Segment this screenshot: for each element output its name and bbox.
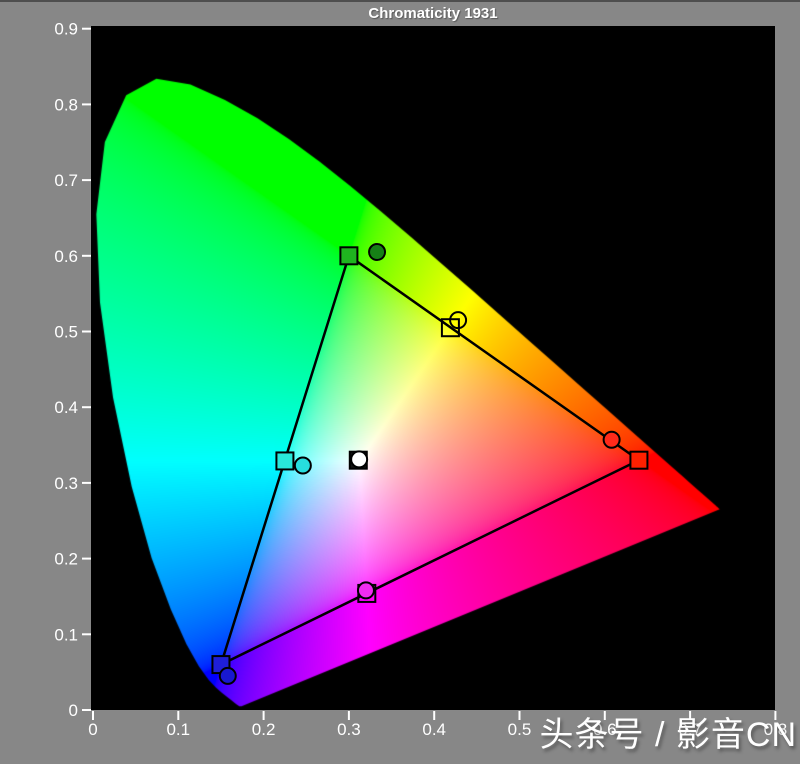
y-axis-tick-label: 0.9 [54, 20, 78, 39]
chart-title: Chromaticity 1931 [91, 4, 775, 24]
y-axis-tick-label: 0.4 [54, 398, 78, 417]
x-axis-tick-label: 0 [88, 720, 97, 739]
x-axis-tick-label: 0.3 [337, 720, 361, 739]
y-axis-tick-label: 0.8 [54, 95, 78, 114]
plot-area [91, 26, 775, 710]
application-window: { "title": "Chromaticity 1931", "waterma… [0, 0, 800, 762]
x-axis-tick-label: 0.2 [252, 720, 276, 739]
y-axis-tick-label: 0.3 [54, 474, 78, 493]
x-axis-tick-label: 0.5 [508, 720, 532, 739]
y-axis-tick-label: 0 [69, 701, 78, 720]
y-axis-tick-label: 0.2 [54, 550, 78, 569]
x-axis-tick-label: 0.1 [166, 720, 190, 739]
x-axis-tick-label: 0.4 [422, 720, 446, 739]
watermark: 头条号 / 影音CN [540, 707, 797, 756]
y-axis-tick-label: 0.5 [54, 323, 78, 342]
y-axis-tick-label: 0.6 [54, 247, 78, 266]
chromaticity-horseshoe [91, 26, 775, 710]
y-axis-tick-label: 0.7 [54, 171, 78, 190]
y-axis-tick-label: 0.1 [54, 625, 78, 644]
